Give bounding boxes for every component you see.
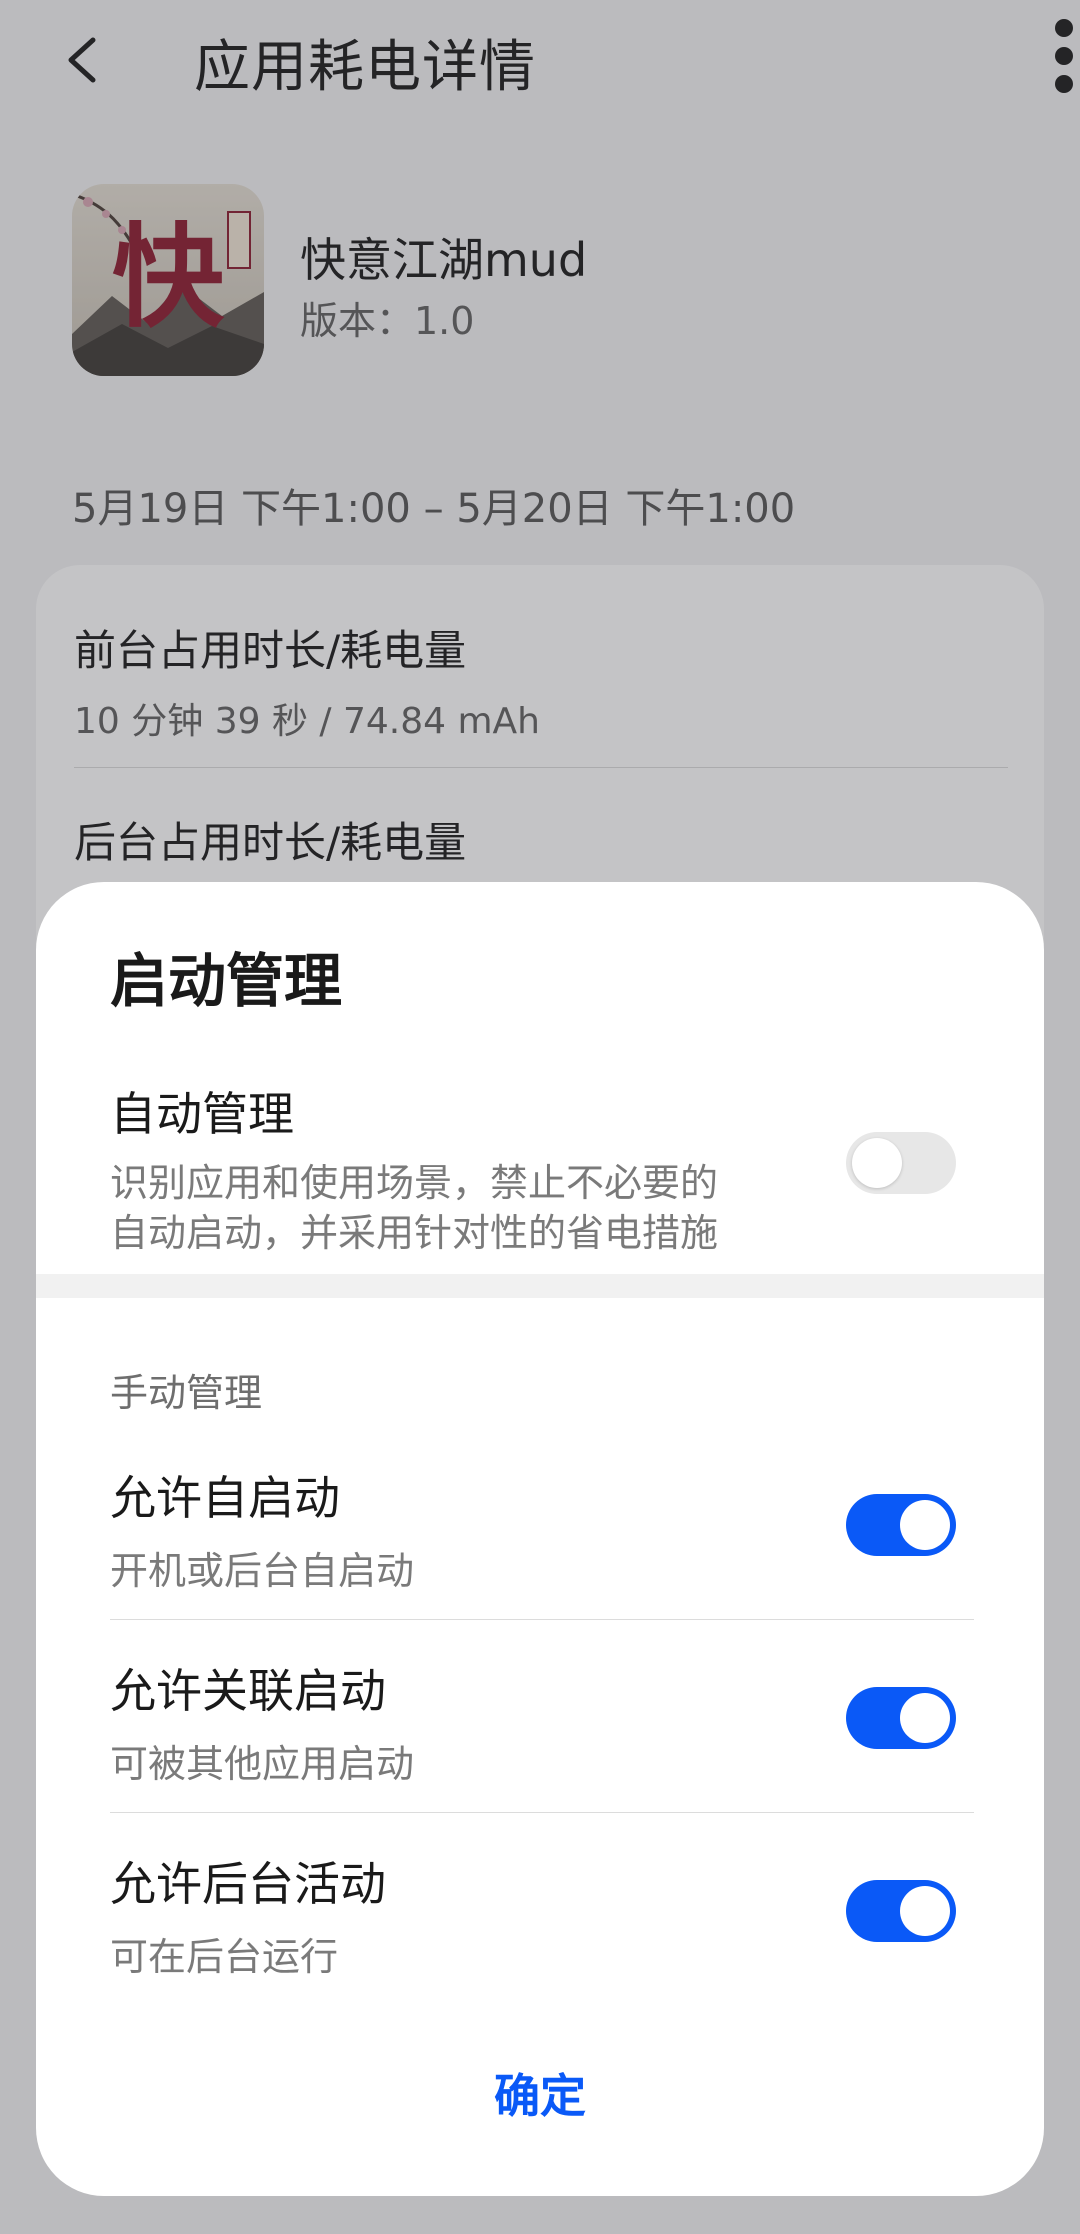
auto-management-desc-line1: 识别应用和使用场景，禁止不必要的 [110,1161,719,1205]
auto-management-switch[interactable] [846,1132,956,1194]
allow-background-activity-row[interactable]: 允许后台活动 可在后台运行 [110,1848,970,2038]
allow-associated-launch-switch[interactable] [846,1687,956,1749]
allow-associated-launch-row[interactable]: 允许关联启动 可被其他应用启动 [110,1655,970,1845]
allow-auto-launch-row[interactable]: 允许自启动 开机或后台自启动 [110,1462,970,1652]
confirm-button[interactable]: 确定 [36,2060,1044,2126]
allow-auto-launch-switch[interactable] [846,1494,956,1556]
divider [110,1619,974,1620]
switch-knob [900,1500,950,1550]
allow-auto-launch-desc: 开机或后台自启动 [110,1549,415,1593]
section-separator [36,1274,1044,1298]
auto-management-desc: 识别应用和使用场景，禁止不必要的 自动启动，并采用针对性的省电措施 [110,1158,830,1258]
switch-knob [900,1886,950,1936]
allow-associated-launch-desc: 可被其他应用启动 [110,1742,415,1786]
allow-auto-launch-title: 允许自启动 [110,1471,340,1525]
allow-background-activity-switch[interactable] [846,1880,956,1942]
sheet-title: 启动管理 [110,947,343,1015]
launch-management-sheet: 启动管理 自动管理 识别应用和使用场景，禁止不必要的 自动启动，并采用针对性的省… [36,882,1044,2196]
auto-management-desc-line2: 自动启动，并采用针对性的省电措施 [110,1211,719,1255]
switch-knob [852,1138,902,1188]
auto-management-row: 自动管理 识别应用和使用场景，禁止不必要的 自动启动，并采用针对性的省电措施 [110,1078,830,1258]
divider [110,1812,974,1813]
allow-associated-launch-title: 允许关联启动 [110,1664,386,1718]
allow-background-activity-desc: 可在后台运行 [110,1935,339,1979]
manual-management-label: 手动管理 [110,1371,263,1415]
auto-management-title: 自动管理 [110,1087,294,1141]
allow-background-activity-title: 允许后台活动 [110,1857,386,1911]
switch-knob [900,1693,950,1743]
